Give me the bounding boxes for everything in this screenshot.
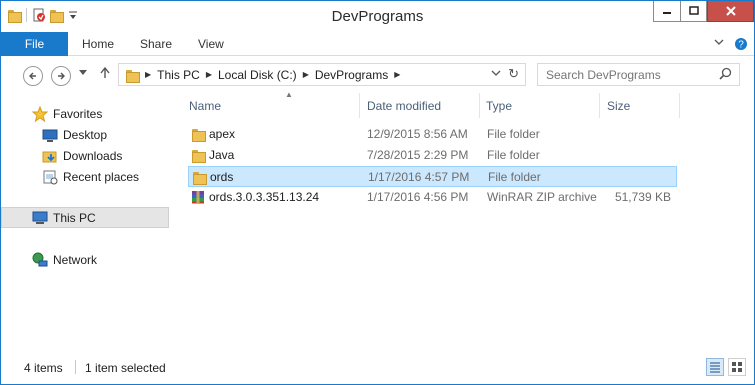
large-icons-view-icon [732,362,742,372]
details-view-icon [710,362,720,373]
file-row-selected[interactable]: ords 1/17/2016 4:57 PM File folder [188,166,677,187]
nav-desktop-label: Desktop [63,127,108,142]
file-date: 1/17/2016 4:57 PM [368,170,470,184]
recent-locations-icon[interactable] [79,68,87,78]
recent-places-icon [42,169,58,185]
file-size: 51,739 KB [614,190,671,204]
up-arrow-icon [100,66,110,78]
downloads-icon [42,148,58,164]
status-bar: 4 items 1 item selected [1,353,754,384]
maximize-icon [688,6,699,15]
close-button[interactable] [707,1,754,22]
tab-share[interactable]: Share [140,37,172,51]
breadcrumb-local-disk[interactable]: Local Disk (C:) [218,68,297,82]
chevron-right-icon[interactable]: ▶ [303,70,309,79]
column-header-size[interactable]: Size [600,93,680,118]
file-list: ▲ Name Date modified Type Size apex 12/9… [171,90,754,353]
window-controls [653,1,754,22]
file-name: ords.3.0.3.351.13.24 [209,190,320,204]
nav-network-label: Network [53,252,98,267]
file-type: File folder [488,170,541,184]
maximize-button[interactable] [680,1,707,22]
search-icon[interactable] [719,67,732,83]
nav-favorites-label: Favorites [53,106,103,121]
forward-arrow-icon [58,72,65,80]
search-input[interactable] [546,67,711,82]
column-header-type[interactable]: Type [480,93,600,118]
chevron-right-icon[interactable]: ▶ [206,70,212,79]
refresh-icon[interactable]: ↻ [508,66,519,82]
address-dropdown-icon[interactable] [491,68,501,80]
minimize-button[interactable] [653,1,680,22]
file-name: apex [209,127,236,141]
back-button[interactable] [23,66,43,86]
computer-icon [32,210,48,226]
folder-icon [191,127,206,142]
tab-file[interactable]: File [1,32,68,56]
nav-recent-places[interactable]: Recent places [42,166,139,187]
nav-this-pc-label: This PC [53,210,96,225]
file-date: 12/9/2015 8:56 AM [367,127,468,141]
window-title: DevPrograms [331,8,424,25]
help-icon[interactable]: ? [734,37,748,54]
back-arrow-icon [29,72,36,80]
nav-desktop[interactable]: Desktop [42,124,107,145]
chevron-right-icon[interactable]: ▶ [394,70,400,79]
navigation-bar: ▶ This PC ▶ Local Disk (C:) ▶ DevProgram… [1,57,754,93]
network-icon [32,252,48,268]
title-bar: DevPrograms [1,1,754,32]
status-selection: 1 item selected [85,361,166,375]
tab-view[interactable]: View [198,37,224,51]
file-row[interactable]: ords.3.0.3.351.13.24 1/17/2016 4:56 PM W… [188,187,677,208]
address-bar[interactable]: ▶ This PC ▶ Local Disk (C:) ▶ DevProgram… [118,63,526,86]
up-button[interactable] [100,66,110,81]
details-view-button[interactable] [706,358,724,376]
tab-home[interactable]: Home [82,37,114,51]
minimize-icon [663,12,671,14]
file-date: 1/17/2016 4:56 PM [367,190,469,204]
chevron-right-icon[interactable]: ▶ [145,70,151,79]
breadcrumb-this-pc[interactable]: This PC [157,68,200,82]
navigation-pane: Favorites Desktop Downloads Recent place… [1,93,171,353]
file-type: File folder [487,148,540,162]
forward-button[interactable] [51,66,71,86]
file-row[interactable]: apex 12/9/2015 8:56 AM File folder [188,124,677,145]
file-row[interactable]: Java 7/28/2015 2:29 PM File folder [188,145,677,166]
nav-downloads[interactable]: Downloads [42,145,122,166]
breadcrumb-devprograms[interactable]: DevPrograms [315,68,388,82]
nav-recent-places-label: Recent places [63,169,140,184]
close-icon [725,6,736,16]
nav-network[interactable]: Network [32,249,97,270]
nav-downloads-label: Downloads [63,148,123,163]
folder-icon [125,68,140,83]
divider [75,360,76,374]
folder-icon [192,170,207,185]
column-header-date[interactable]: Date modified [360,93,480,118]
folder-icon [191,148,206,163]
file-type: File folder [487,127,540,141]
file-name: Java [209,148,235,162]
column-header-name[interactable]: ▲ Name [188,90,360,118]
large-icons-view-button[interactable] [728,358,746,376]
search-box[interactable] [537,63,740,86]
desktop-icon [42,127,58,143]
nav-this-pc[interactable]: This PC [1,207,169,228]
winrar-archive-icon [191,190,205,204]
svg-text:?: ? [738,40,744,51]
star-icon [32,105,48,122]
status-item-count: 4 items [24,361,63,375]
sort-ascending-icon: ▲ [285,90,293,99]
nav-favorites[interactable]: Favorites [32,103,102,124]
file-date: 7/28/2015 2:29 PM [367,148,469,162]
expand-ribbon-icon[interactable] [714,37,724,54]
explorer-window: DevPrograms File Home Share View ? ▶ Thi… [0,0,755,385]
ribbon-right-controls: ? [714,37,748,54]
file-name: ords [210,170,234,184]
ribbon-tabs: File Home Share View ? [1,32,754,56]
breadcrumb: ▶ This PC ▶ Local Disk (C:) ▶ DevProgram… [125,68,400,83]
